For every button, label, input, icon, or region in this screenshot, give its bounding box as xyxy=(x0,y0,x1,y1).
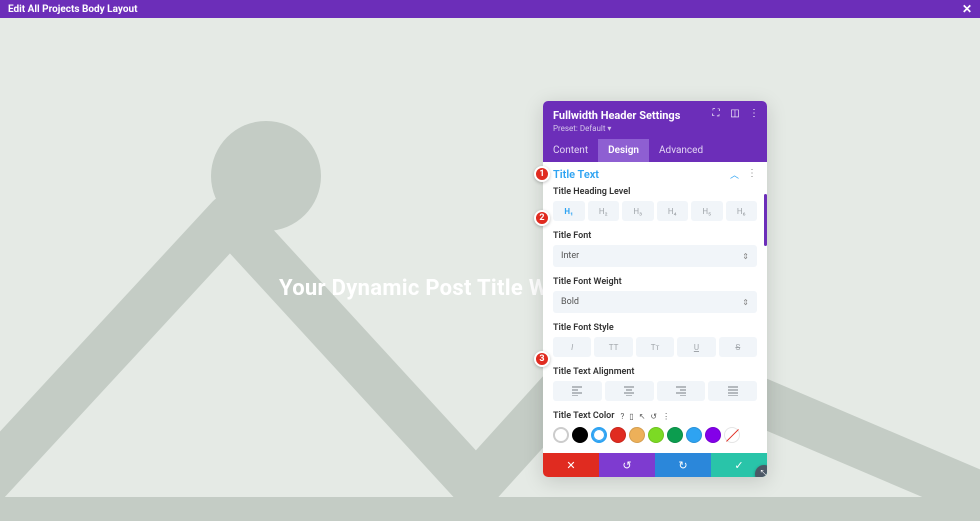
page-title: Your Dynamic Post Title Will Display Her… xyxy=(0,276,980,301)
swatch-blue[interactable] xyxy=(686,427,702,443)
resize-handle-icon[interactable]: ⤡ xyxy=(755,465,767,477)
tabs: Content Design Advanced xyxy=(543,139,767,162)
chevron-updown-icon: ⇕ xyxy=(742,298,749,307)
swatch-white[interactable] xyxy=(591,427,607,443)
expand-icon[interactable]: ⛶ xyxy=(711,108,721,118)
snap-icon[interactable]: ◫ xyxy=(730,108,740,118)
title-weight-label: Title Font Weight xyxy=(553,277,757,287)
settings-panel: Fullwidth Header Settings Preset: Defaul… xyxy=(543,101,767,477)
heading-level-h1[interactable]: H₁ xyxy=(553,201,585,221)
swatch-current[interactable] xyxy=(553,427,569,443)
phone-icon[interactable]: ▯ xyxy=(629,412,633,421)
swatch-black[interactable] xyxy=(572,427,588,443)
swatch-purple[interactable] xyxy=(705,427,721,443)
swatch-red[interactable] xyxy=(610,427,626,443)
top-bar-title: Edit All Projects Body Layout xyxy=(8,4,137,15)
redo-button[interactable]: ↻ xyxy=(655,453,711,477)
swatch-green[interactable] xyxy=(667,427,683,443)
style-italic[interactable]: I xyxy=(553,337,591,357)
close-icon[interactable]: ✕ xyxy=(962,2,972,16)
tab-design[interactable]: Design xyxy=(598,139,649,162)
title-weight-value: Bold xyxy=(561,297,579,307)
title-weight-select[interactable]: Bold ⇕ xyxy=(553,291,757,313)
title-align-label: Title Text Alignment xyxy=(553,367,757,377)
callout-2: 2 xyxy=(534,210,550,226)
style-uppercase[interactable]: TT xyxy=(594,337,632,357)
tab-content[interactable]: Content xyxy=(543,139,598,162)
style-strike[interactable]: S xyxy=(719,337,757,357)
style-underline[interactable]: U xyxy=(677,337,715,357)
title-font-label: Title Font xyxy=(553,231,757,241)
heading-level-h6[interactable]: H₆ xyxy=(726,201,758,221)
style-buttons: I TT Tᴛ U S xyxy=(553,337,757,357)
title-font-select[interactable]: Inter ⇕ xyxy=(553,245,757,267)
swatch-none[interactable] xyxy=(724,427,740,443)
image-placeholder-bg xyxy=(0,18,980,521)
callout-3: 3 xyxy=(534,351,550,367)
panel-footer: ✕ ↺ ↻ ✓ xyxy=(543,453,767,477)
heading-level-h5[interactable]: H₅ xyxy=(691,201,723,221)
tab-advanced[interactable]: Advanced xyxy=(649,139,713,162)
scrollbar[interactable] xyxy=(764,194,767,246)
panel-body: Title Text ︿ ⋮ Title Heading Level H₁ H₂… xyxy=(543,162,767,453)
heading-level-h4[interactable]: H₄ xyxy=(657,201,689,221)
swatch-lime[interactable] xyxy=(648,427,664,443)
style-smallcaps[interactable]: Tᴛ xyxy=(636,337,674,357)
heading-level-label: Title Heading Level xyxy=(553,187,757,197)
callout-1: 1 xyxy=(534,166,550,182)
heading-level-h2[interactable]: H₂ xyxy=(588,201,620,221)
align-right[interactable] xyxy=(657,381,706,401)
canvas: Your Dynamic Post Title Will Display Her… xyxy=(0,18,980,521)
reset-icon[interactable]: ↺ xyxy=(650,412,657,421)
undo-button[interactable]: ↺ xyxy=(599,453,655,477)
heading-levels: H₁ H₂ H₃ H₄ H₅ H₆ xyxy=(553,201,757,221)
chevron-up-icon[interactable]: ︿ xyxy=(730,168,739,181)
section-more-icon[interactable]: ⋮ xyxy=(747,168,757,181)
swatch-yellow[interactable] xyxy=(629,427,645,443)
more-icon[interactable]: ⋮ xyxy=(749,108,759,118)
heading-level-h3[interactable]: H₃ xyxy=(622,201,654,221)
color-swatches xyxy=(553,427,757,447)
title-color-label: Title Text Color xyxy=(553,411,615,421)
hover-icon[interactable]: ↖ xyxy=(639,412,646,421)
title-style-label: Title Font Style xyxy=(553,323,757,333)
color-more-icon[interactable]: ⋮ xyxy=(662,412,670,421)
align-buttons xyxy=(553,381,757,401)
discard-button[interactable]: ✕ xyxy=(543,453,599,477)
chevron-updown-icon: ⇕ xyxy=(742,252,749,261)
section-title[interactable]: Title Text xyxy=(553,168,599,181)
align-left[interactable] xyxy=(553,381,602,401)
align-justify[interactable] xyxy=(708,381,757,401)
panel-header[interactable]: Fullwidth Header Settings Preset: Defaul… xyxy=(543,101,767,139)
help-icon[interactable]: ? xyxy=(621,412,625,421)
preset-label[interactable]: Preset: Default ▾ xyxy=(553,124,757,133)
align-center[interactable] xyxy=(605,381,654,401)
top-bar: Edit All Projects Body Layout ✕ xyxy=(0,0,980,18)
title-font-value: Inter xyxy=(561,251,579,261)
